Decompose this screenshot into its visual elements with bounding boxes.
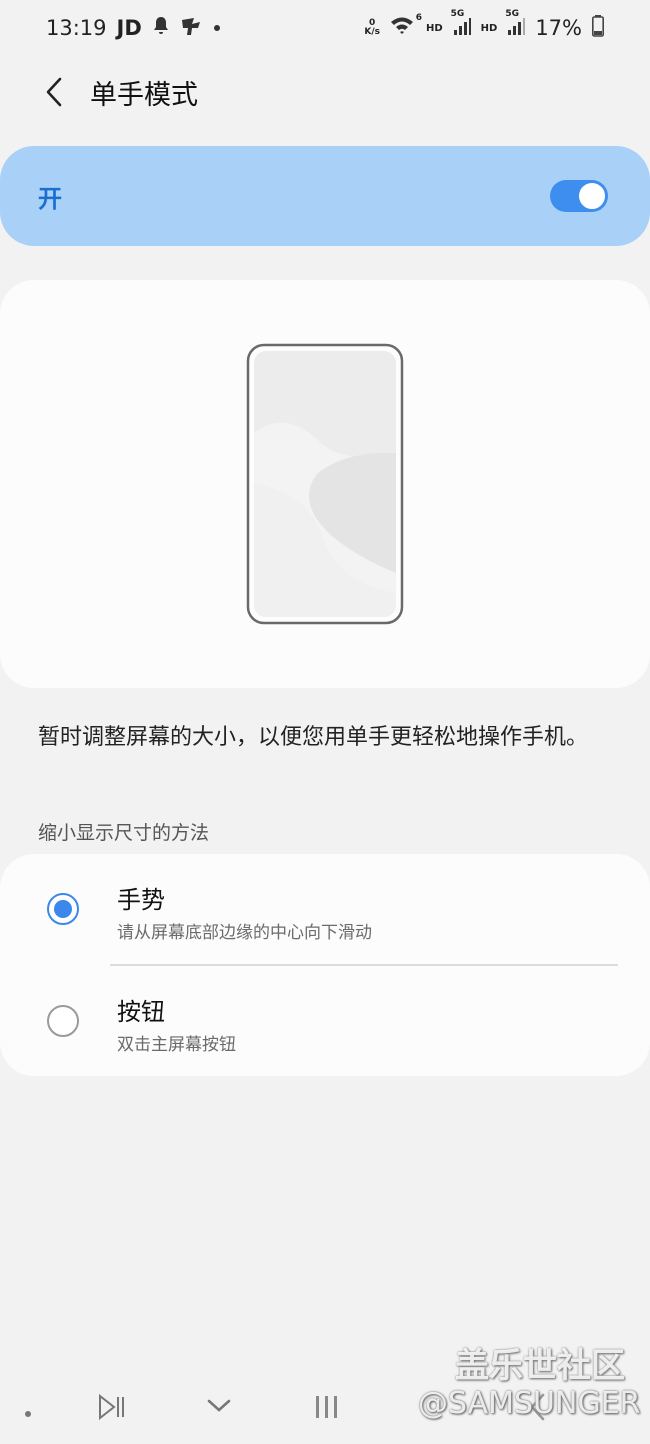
option-gesture[interactable]: 手势 请从屏幕底部边缘的中心向下滑动 [0,854,650,964]
battery-icon [592,14,604,42]
dot-icon [25,1402,31,1421]
option-subtitle: 双击主屏幕按钮 [117,1035,236,1055]
chevron-down-icon[interactable] [206,1398,232,1418]
app-header: 单手模式 [0,60,650,124]
carrier-tag: JD [116,16,142,40]
chevron-left-icon [46,77,62,107]
wifi-label: 6 [415,12,422,23]
page-title: 单手模式 [90,79,198,111]
hd-badge-1: HD [425,22,443,34]
sig2-label: 5G [505,8,519,19]
options-card: 手势 请从屏幕底部边缘的中心向下滑动 按钮 双击主屏幕按钮 [0,854,650,1076]
hd-badge-2: HD [480,22,498,34]
option-subtitle: 请从屏幕底部边缘的中心向下滑动 [117,923,372,943]
signal-icon: 5G [505,9,526,41]
master-toggle[interactable] [550,180,608,212]
signal-icon: 5G [451,9,471,41]
description-text: 暂时调整屏幕的大小，以便您用单手更轻松地操作手机。 [38,725,589,750]
phone-illustration [246,343,404,625]
sig1-label: 5G [450,8,465,19]
net-speed-unit: K/s [364,27,380,37]
play-pause-icon[interactable] [98,1393,126,1424]
status-time: 13:19 [46,16,107,40]
master-switch-bar[interactable]: 开 [0,146,650,246]
option-title: 手势 [117,886,165,914]
status-bar-right: 0 K/s 6 HD 5G HD 5G 17% [364,9,604,42]
net-speed: 0 K/s [364,19,380,37]
option-button[interactable]: 按钮 双击主屏幕按钮 [0,966,650,1076]
radio-button[interactable] [47,1005,79,1037]
radio-gesture[interactable] [47,893,79,925]
toggle-knob [577,181,607,211]
section-label: 缩小显示尺寸的方法 [38,822,210,844]
back-button[interactable] [24,62,84,122]
preview-card [0,280,650,688]
status-bar-left: 13:19 JD [46,16,220,41]
app-icon [180,16,204,41]
master-switch-label: 开 [38,184,62,213]
dot-icon [213,25,220,31]
bell-icon [152,16,170,41]
status-bar: 13:19 JD 0 K/s 6 HD 5G HD 5G 17% [0,0,650,56]
recents-icon[interactable] [314,1394,340,1424]
battery-percent: 17% [535,16,582,40]
watermark-title: 盖乐世社区 [455,1346,625,1386]
option-title: 按钮 [117,998,165,1026]
watermark-handle: @SAMSUNGER [418,1386,641,1421]
wifi-icon: 6 [390,13,422,41]
